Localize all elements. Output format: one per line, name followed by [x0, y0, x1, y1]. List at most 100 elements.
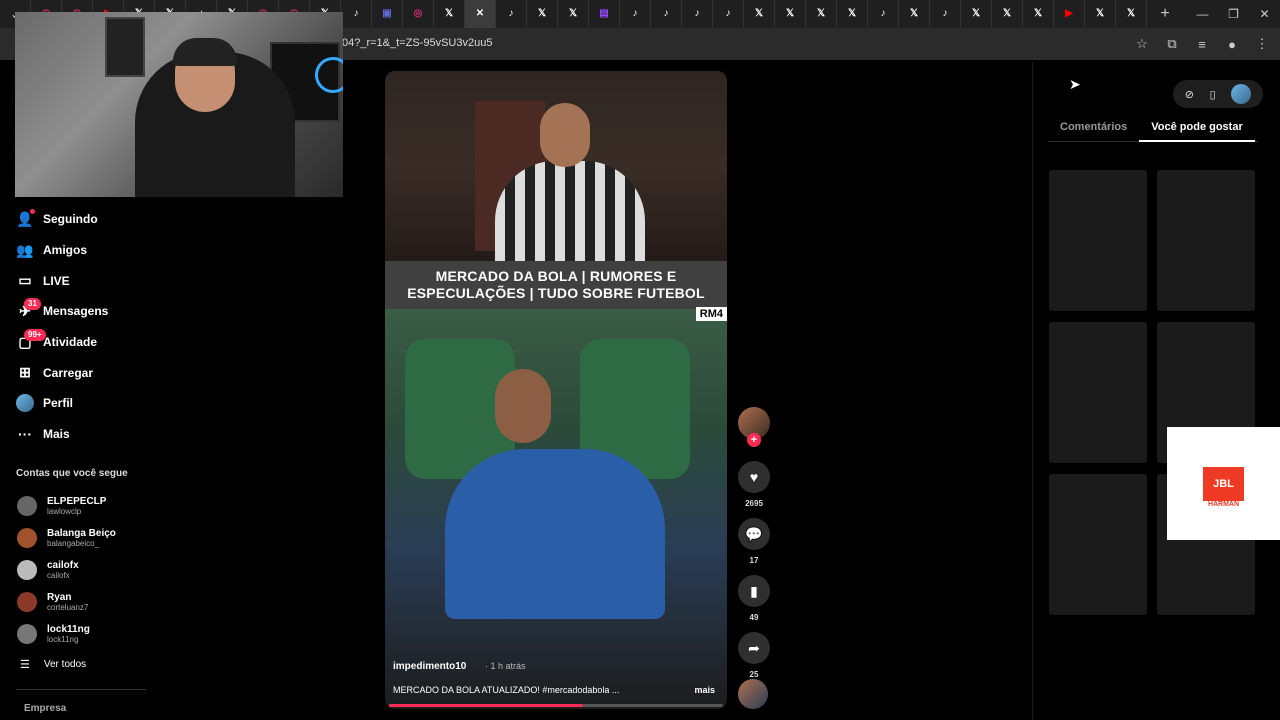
browser-tab[interactable]: ♪ [496, 0, 527, 28]
video-title-line2: ESPECULAÇÕES | TUDO SOBRE FUTEBOL [407, 285, 705, 301]
video-author[interactable]: impedimento10 [393, 661, 466, 672]
browser-tab[interactable]: ♪ [341, 0, 372, 28]
sidebar-item-amigos[interactable]: 👥 Amigos [16, 235, 196, 266]
profile-icon[interactable]: ● [1220, 32, 1244, 56]
sidebar-item-mensagens[interactable]: ✈ 31 Mensagens [16, 296, 196, 327]
browser-tab[interactable]: 𝕏 [899, 0, 930, 28]
save-action[interactable]: ▮ 49 [737, 575, 771, 622]
browser-tab[interactable]: 𝕏 [837, 0, 868, 28]
suggestion-card[interactable] [1049, 322, 1147, 463]
browser-tab[interactable]: 𝕏 [1023, 0, 1054, 28]
user-avatar[interactable] [1231, 84, 1252, 104]
x-icon: 𝕏 [1033, 8, 1043, 19]
account-name: Balanga Beiço [47, 528, 116, 539]
tiktok-icon: ♪ [663, 8, 669, 19]
share-action[interactable]: ➦ 25 [737, 632, 771, 679]
like-action[interactable]: ♥ 2695 [737, 461, 771, 508]
x-icon: 𝕏 [909, 8, 919, 19]
twitch-icon: ▤ [599, 8, 609, 19]
account-avatar [17, 592, 37, 612]
webcam-overlay [15, 12, 343, 197]
company-link[interactable]: Empresa [24, 703, 66, 714]
browser-tab[interactable]: 𝕏 [961, 0, 992, 28]
followed-account[interactable]: ELPEPECLP lawlowclp [16, 490, 186, 522]
video-progress-bar[interactable] [389, 704, 723, 707]
browser-tab[interactable]: ♪ [868, 0, 899, 28]
like-count: 2695 [745, 499, 763, 508]
followed-account[interactable]: cailofx cailofx [16, 554, 186, 586]
browser-tab[interactable]: 𝕏 [527, 0, 558, 28]
browser-tab[interactable]: 𝕏 [806, 0, 837, 28]
right-panel-tabs: Comentários Você pode gostar [1048, 116, 1258, 142]
sidebar-item-perfil[interactable]: Perfil [16, 388, 196, 419]
browser-tab[interactable]: 𝕏 [744, 0, 775, 28]
tiktok-icon: ♪ [632, 8, 638, 19]
media-control-icon[interactable]: ≡ [1190, 32, 1214, 56]
sidebar-item-seguindo[interactable]: 👤 Seguindo [16, 204, 196, 235]
browser-tab[interactable]: ▣ [372, 0, 403, 28]
account-handle: corteluanz7 [47, 603, 89, 612]
browser-tab[interactable]: ▶ [1054, 0, 1085, 28]
friends-icon: 👥 [16, 241, 34, 258]
menu-kebab-icon[interactable]: ⋮ [1250, 32, 1274, 56]
browser-tab[interactable]: ♪ [682, 0, 713, 28]
new-tab-button[interactable]: + [1153, 0, 1177, 28]
browser-tab[interactable]: ◎ [403, 0, 434, 28]
x-icon: 𝕏 [537, 8, 547, 19]
browser-tab[interactable]: ♪ [651, 0, 682, 28]
comment-icon[interactable]: 💬 [738, 518, 770, 550]
new-dot [30, 209, 35, 214]
browser-tab[interactable]: 𝕏 [1116, 0, 1147, 28]
suggestion-card[interactable] [1049, 170, 1147, 311]
follow-plus-icon[interactable]: + [747, 433, 761, 447]
upload-icon: ⊞ [19, 364, 31, 381]
followed-account[interactable]: Ryan corteluanz7 [16, 586, 186, 618]
browser-tab[interactable]: 𝕏 [1085, 0, 1116, 28]
sidebar-item-carregar[interactable]: ⊞ Carregar [16, 357, 196, 388]
account-handle: lock11ng [47, 635, 79, 644]
live-icon: ▭ [18, 272, 32, 289]
tab-comments[interactable]: Comentários [1048, 116, 1139, 142]
bookmark-icon[interactable]: ▮ [738, 575, 770, 607]
browser-tab[interactable]: ▤ [589, 0, 620, 28]
sidebar-item-atividade[interactable]: ▢ 99+ Atividade [16, 327, 196, 358]
restore-icon[interactable]: ❐ [1218, 0, 1249, 28]
browser-tab[interactable]: 𝕏 [992, 0, 1023, 28]
heart-icon[interactable]: ♥ [738, 461, 770, 493]
account-handle: lawlowclp [47, 507, 82, 516]
x-icon: 𝕏 [568, 8, 578, 19]
browser-tab[interactable]: ♪ [713, 0, 744, 28]
see-all-link[interactable]: ☰ Ver todos [20, 658, 86, 671]
account-avatar [17, 528, 37, 548]
bookmark-star-icon[interactable]: ☆ [1130, 32, 1154, 56]
jbl-ad[interactable]: JBL HARMAN [1167, 427, 1280, 540]
browser-tab[interactable]: 𝕏 [434, 0, 465, 28]
video-player[interactable]: MERCADO DA BOLA | RUMORES E ESPECULAÇÕES… [385, 71, 727, 709]
browser-tab[interactable]: ♪ [620, 0, 651, 28]
extensions-icon[interactable]: ⧉ [1160, 32, 1184, 56]
more-button[interactable]: mais [694, 685, 715, 695]
followed-account[interactable]: lock11ng lock11ng [16, 618, 186, 650]
profile-avatar-icon [16, 394, 34, 413]
share-icon[interactable]: ➦ [738, 632, 770, 664]
compass-icon[interactable]: ⊘ [1185, 88, 1194, 101]
url-field[interactable]: 04?_r=1&_t=ZS-95vSU3v2uu5 [342, 37, 492, 49]
sidebar-item-mais[interactable]: ··· Mais [16, 419, 196, 450]
comment-action[interactable]: 💬 17 [737, 518, 771, 565]
browser-tab[interactable]: ♪ [930, 0, 961, 28]
minimize-icon[interactable]: — [1187, 0, 1218, 28]
video-progress-fill [389, 704, 583, 707]
close-window-icon[interactable]: ✕ [1249, 0, 1280, 28]
suggestion-card[interactable] [1049, 474, 1147, 615]
phone-icon[interactable]: ▯ [1210, 88, 1216, 101]
browser-tab[interactable]: 𝕏 [775, 0, 806, 28]
music-disc-avatar[interactable] [738, 679, 768, 709]
followed-account[interactable]: Balanga Beiço balangabeico_ [16, 522, 186, 554]
tab-you-may-like[interactable]: Você pode gostar [1139, 116, 1255, 142]
browser-tab[interactable]: ✕ [465, 0, 496, 28]
sidebar-item-live[interactable]: ▭ LIVE [16, 265, 196, 296]
tiktok-icon: ♪ [880, 8, 886, 19]
suggestion-card[interactable] [1157, 170, 1255, 311]
creator-avatar[interactable]: + [738, 407, 770, 447]
browser-tab[interactable]: 𝕏 [558, 0, 589, 28]
